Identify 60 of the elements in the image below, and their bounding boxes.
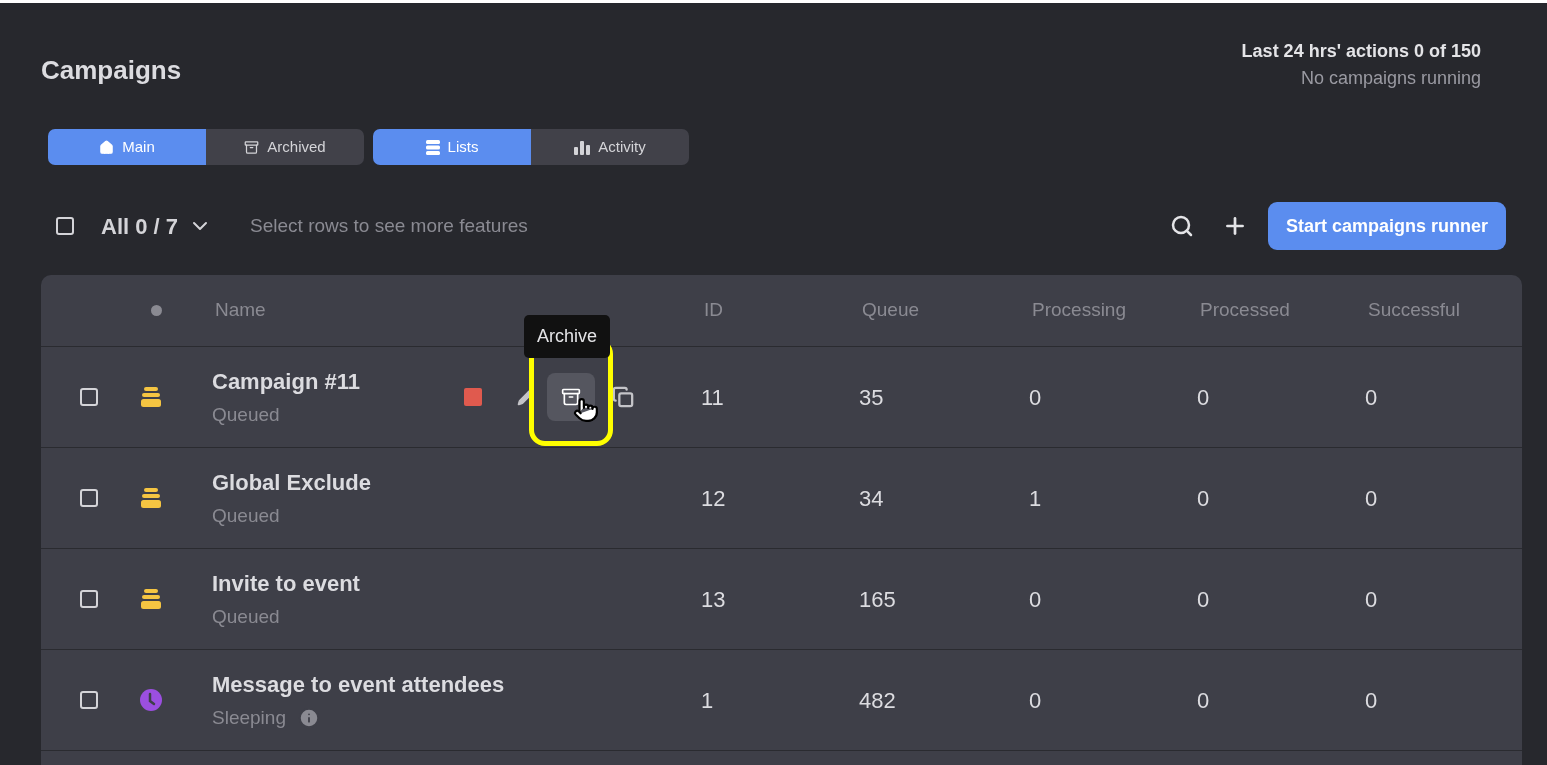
table-cell-text: 0 xyxy=(1197,686,1211,715)
page-title: Campaigns xyxy=(41,54,182,87)
home-icon xyxy=(99,139,115,155)
table-cell-text: 0 xyxy=(1365,383,1379,412)
campaign-status: Queued xyxy=(212,402,280,427)
table-cell-text: 1 xyxy=(701,686,715,715)
table-cell-text: 165 xyxy=(859,585,897,614)
selection-hint: Select rows to see more features xyxy=(250,213,528,238)
archive-icon xyxy=(561,387,581,407)
checkbox[interactable] xyxy=(80,388,98,406)
table-cell-text: 0 xyxy=(1365,585,1379,614)
campaign-status: Queued xyxy=(212,604,280,629)
bar-chart-icon xyxy=(574,139,591,155)
table-cell-text: 0 xyxy=(1365,484,1379,513)
stack-icon xyxy=(140,487,162,509)
table-cell-text: 0 xyxy=(1029,585,1043,614)
column-header: Successful xyxy=(1368,298,1461,323)
search-icon[interactable] xyxy=(1169,214,1194,238)
hand-cursor-icon xyxy=(573,397,599,423)
column-header: Queue xyxy=(862,298,921,323)
table-cell-text: 0 xyxy=(1197,585,1211,614)
campaign-status: Queued xyxy=(212,503,280,528)
column-header: Name xyxy=(215,298,267,323)
checkbox[interactable] xyxy=(80,489,98,507)
table-cell-text: 0 xyxy=(1029,383,1043,412)
stack-icon xyxy=(140,588,162,610)
stack-icon xyxy=(140,386,162,408)
table-cell-text: 0 xyxy=(1197,484,1211,513)
campaign-name[interactable]: Campaign #11 xyxy=(212,364,460,398)
tab[interactable]: Archived xyxy=(206,129,364,165)
column-header: ID xyxy=(704,298,724,323)
column-header: Processed xyxy=(1200,298,1291,323)
table-cell-text: 0 xyxy=(1029,686,1043,715)
list-icon xyxy=(425,139,440,155)
table-cell-text: 13 xyxy=(701,585,727,614)
column-header: Processing xyxy=(1032,298,1127,323)
campaign-name[interactable]: Invite to event xyxy=(212,566,701,600)
actions-usage: Last 24 hrs' actions 0 of 150 xyxy=(1241,40,1481,63)
select-all-dropdown[interactable]: All 0 / 7 xyxy=(101,209,213,243)
table-cell-text: 1 xyxy=(1029,484,1043,513)
table-cell-text: 11 xyxy=(701,383,725,412)
tab[interactable]: Activity xyxy=(531,129,689,165)
checkbox[interactable] xyxy=(80,590,98,608)
table-cell-text: 0 xyxy=(1197,383,1211,412)
table-cell-text: 35 xyxy=(859,383,885,412)
campaign-name[interactable]: Global Exclude xyxy=(212,465,701,499)
table-cell-text: 34 xyxy=(859,484,885,513)
table-cell-text: 482 xyxy=(859,686,897,715)
table-cell-text: 0 xyxy=(1365,686,1379,715)
duplicate-icon[interactable] xyxy=(612,386,634,408)
table-cell-text: 12 xyxy=(701,484,727,513)
tooltip: Archive xyxy=(524,315,611,358)
archive-icon xyxy=(244,139,260,155)
checkbox[interactable] xyxy=(80,691,98,709)
checkbox[interactable] xyxy=(56,217,74,235)
campaign-name[interactable]: Message to event attendees xyxy=(212,667,701,701)
campaign-status: Sleeping xyxy=(212,705,286,730)
running-status: No campaigns running xyxy=(1300,67,1481,90)
info-icon[interactable] xyxy=(297,707,320,729)
clock-icon xyxy=(140,689,162,711)
